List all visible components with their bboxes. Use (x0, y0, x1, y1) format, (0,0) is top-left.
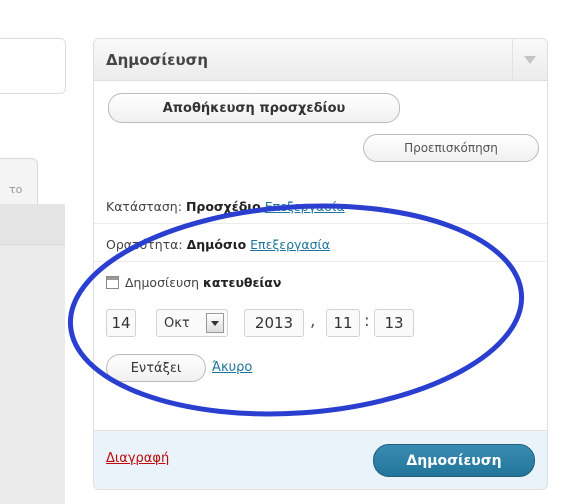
editor-tab-text[interactable]: το (0, 158, 38, 205)
visibility-value: Δημόσιο (186, 237, 247, 252)
divider (94, 261, 547, 262)
time-separator: : (364, 311, 370, 331)
schedule-label: Δημοσίευση (125, 275, 200, 290)
day-input[interactable]: 14 (106, 309, 136, 337)
calendar-icon (106, 276, 119, 289)
schedule-row: Δημοσίευση κατευθείαν (106, 275, 281, 290)
hour-input[interactable]: 11 (326, 309, 360, 337)
schedule-value: κατευθείαν (203, 275, 282, 290)
month-select[interactable]: Οκτ (156, 309, 228, 337)
editor-area[interactable] (0, 204, 65, 504)
editor-toolbar (0, 204, 65, 245)
ok-button[interactable]: Εντάξει (106, 354, 206, 382)
preview-button[interactable]: Προεπισκόπηση (363, 134, 539, 162)
publish-button[interactable]: Δημοσίευση (373, 444, 535, 477)
post-title-input[interactable] (0, 38, 66, 94)
publish-box: Δημοσίευση Αποθήκευση προσχεδίου Προεπισ… (93, 38, 548, 490)
status-label: Κατάσταση: (106, 199, 182, 214)
delete-link[interactable]: Διαγραφή (106, 451, 169, 466)
cancel-link[interactable]: Άκυρο (212, 360, 252, 375)
visibility-edit-link[interactable]: Επεξεργασία (250, 237, 330, 252)
chevron-down-icon[interactable] (206, 313, 224, 333)
status-value: Προσχέδιο (185, 199, 261, 214)
publish-box-title: Δημοσίευση (106, 51, 208, 69)
visibility-row: Ορατότητα: Δημόσιο Επεξεργασία (106, 237, 330, 252)
publish-box-header: Δημοσίευση (94, 39, 547, 81)
date-separator: , (310, 311, 316, 331)
status-edit-link[interactable]: Επεξεργασία (265, 199, 345, 214)
month-value: Οκτ (164, 315, 190, 331)
triangle-down-icon (524, 56, 536, 64)
editor-tab-label: το (9, 183, 23, 196)
save-draft-button[interactable]: Αποθήκευση προσχεδίου (108, 93, 400, 123)
publish-actions: Διαγραφή Δημοσίευση (94, 430, 547, 489)
year-input[interactable]: 2013 (244, 309, 304, 337)
collapse-toggle[interactable] (512, 39, 547, 80)
divider (94, 223, 547, 224)
status-row: Κατάσταση: Προσχέδιο Επεξεργασία (106, 199, 345, 214)
minute-input[interactable]: 13 (374, 309, 414, 337)
visibility-label: Ορατότητα: (106, 237, 183, 252)
